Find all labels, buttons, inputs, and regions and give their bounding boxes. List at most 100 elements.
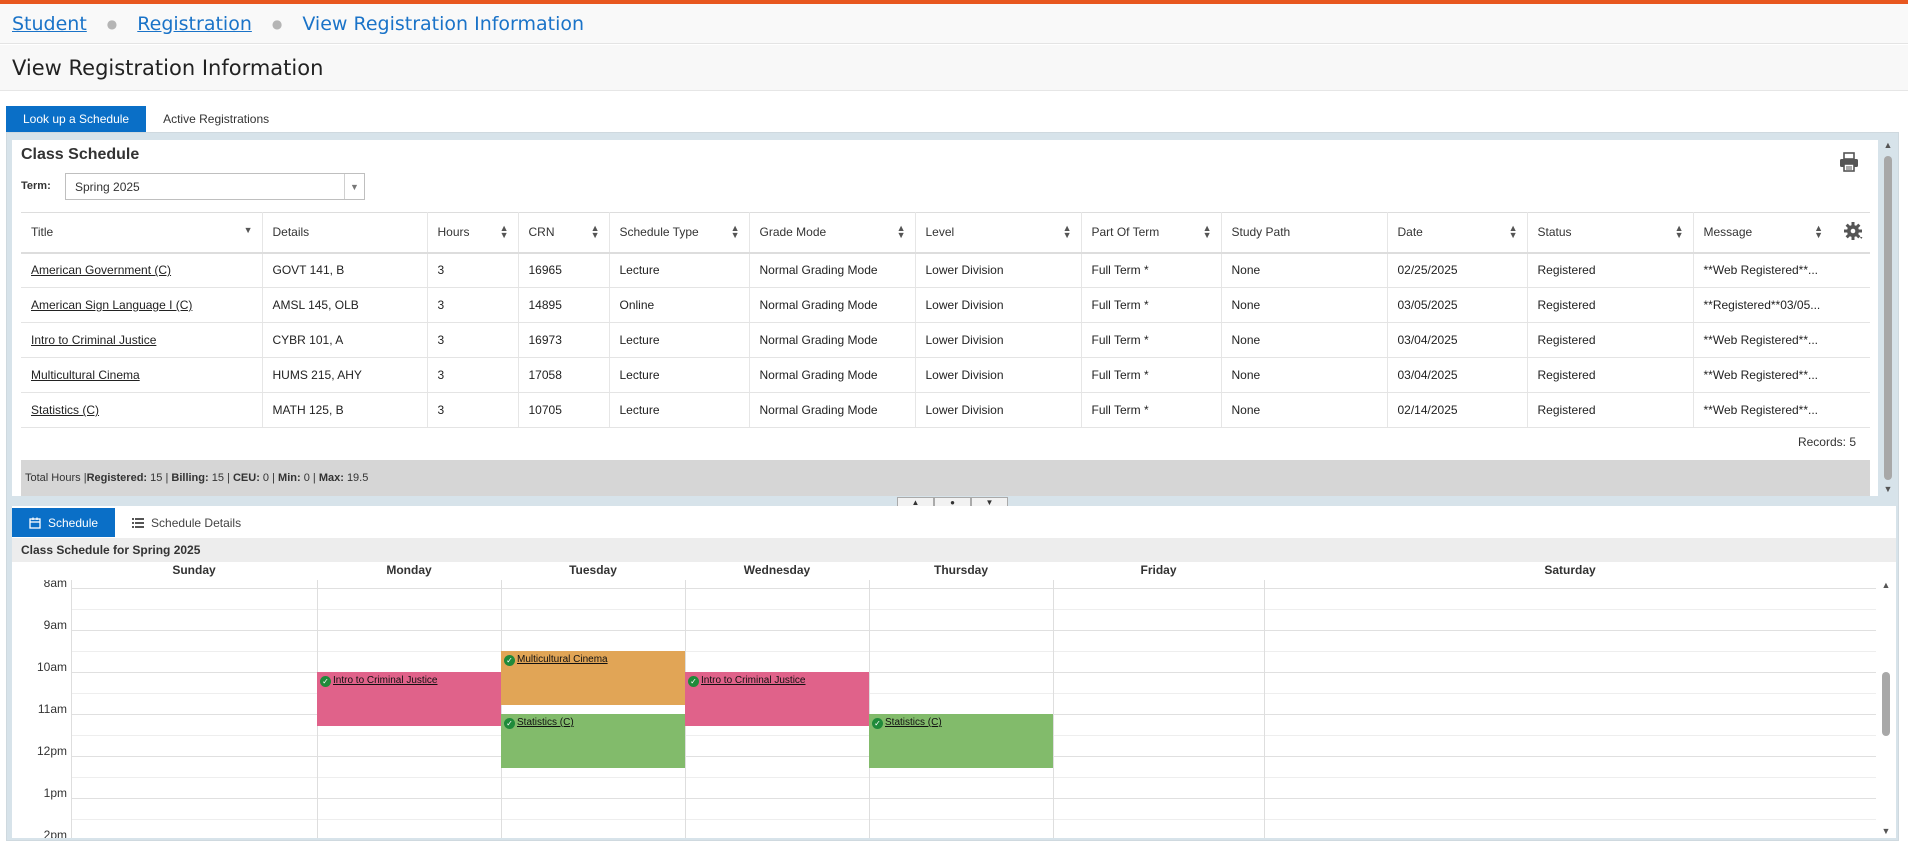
scrollbar-thumb[interactable]	[1884, 156, 1892, 480]
column-header-study-path[interactable]: Study Path	[1221, 212, 1388, 254]
tab-look-up-schedule[interactable]: Look up a Schedule	[6, 106, 147, 132]
ceu-value: 0	[262, 472, 270, 484]
column-header-part-of-term[interactable]: Part Of Term ▲ ▼	[1081, 212, 1222, 254]
calendar-event[interactable]: ✓ Statistics (C)	[869, 714, 1053, 768]
table-row[interactable]: American Sign Language I (C) AMSL 145, OL…	[21, 287, 1870, 323]
term-select[interactable]: Spring 2025 ▼	[65, 173, 365, 200]
course-title-link[interactable]: American Government (C)	[21, 252, 263, 288]
sort-icon[interactable]: ▲ ▼	[1509, 224, 1518, 240]
column-header-schedule-type[interactable]: Schedule Type ▲ ▼	[609, 212, 750, 254]
print-icon[interactable]	[1838, 151, 1860, 173]
table-cell: Registered	[1527, 252, 1694, 288]
table-cell: None	[1221, 287, 1388, 323]
sort-icon[interactable]: ▲ ▼	[731, 224, 740, 240]
table-cell: Lower Division	[915, 252, 1082, 288]
table-cell: Full Term *	[1081, 252, 1222, 288]
class-schedule-table: Title ▼ Details Hours ▲ ▼ CRN ▲ ▼ Schedule Ty…	[21, 212, 1870, 428]
event-title-link[interactable]: Multicultural Cinema	[517, 654, 608, 665]
scroll-up-icon[interactable]: ▲	[1880, 580, 1892, 590]
event-title-link[interactable]: Statistics (C)	[517, 717, 574, 728]
calendar-event[interactable]: ✓ Intro to Criminal Justice	[317, 672, 501, 726]
scroll-down-icon[interactable]: ▼	[1882, 484, 1894, 494]
table-row[interactable]: Statistics (C) MATH 125, B 3 10705 Lecture No…	[21, 392, 1870, 428]
hour-gridline	[71, 819, 1876, 820]
column-header-details[interactable]: Details	[262, 212, 428, 254]
day-header-sunday: Sunday	[172, 563, 216, 577]
breadcrumb-student[interactable]: Student	[12, 13, 87, 35]
table-cell: Normal Grading Mode	[749, 357, 916, 393]
day-header-thursday: Thursday	[933, 563, 988, 577]
column-header-grade-mode[interactable]: Grade Mode ▲ ▼	[749, 212, 916, 254]
sort-icon[interactable]: ▲ ▼	[1814, 224, 1823, 240]
sort-desc-icon[interactable]: ▼	[244, 226, 253, 235]
total-hours-bar: Total Hours | Registered: 15 | Billing: …	[21, 460, 1870, 496]
hour-gridline	[71, 588, 1876, 589]
table-cell: 03/05/2025	[1387, 287, 1528, 323]
sort-icon[interactable]: ▲ ▼	[1675, 224, 1684, 240]
table-cell: AMSL 145, OLB	[262, 287, 428, 323]
table-cell: Lecture	[609, 357, 750, 393]
table-cell: 02/25/2025	[1387, 252, 1528, 288]
tab-schedule-details[interactable]: Schedule Details	[115, 508, 258, 537]
table-cell: Registered	[1527, 322, 1694, 358]
event-title-link[interactable]: Intro to Criminal Justice	[333, 675, 437, 686]
hour-gridline	[71, 609, 1876, 610]
sort-icon[interactable]: ▲ ▼	[1063, 224, 1072, 240]
column-header-hours[interactable]: Hours ▲ ▼	[427, 212, 519, 254]
hour-gridline	[71, 651, 1876, 652]
course-title-link[interactable]: Statistics (C)	[21, 392, 263, 428]
table-cell: Full Term *	[1081, 322, 1222, 358]
table-cell: 3	[427, 392, 519, 428]
calendar-scrollbar[interactable]: ▲ ▼	[1880, 580, 1892, 838]
tab-schedule-details-label: Schedule Details	[151, 515, 242, 530]
breadcrumb-separator: ●	[271, 16, 283, 31]
column-header-crn[interactable]: CRN ▲ ▼	[518, 212, 610, 254]
weekly-calendar-grid: 8am 9am 10am 11am 12pm 1pm 2pm ✓ Intro to Crimin…	[12, 580, 1876, 838]
chevron-down-icon[interactable]: ▼	[344, 174, 364, 199]
tab-active-registrations[interactable]: Active Registrations	[146, 106, 286, 132]
table-cell: Lower Division	[915, 357, 1082, 393]
day-header-monday: Monday	[386, 563, 432, 577]
list-icon	[132, 517, 145, 528]
scrollbar-thumb[interactable]	[1882, 672, 1890, 736]
course-title-link[interactable]: American Sign Language I (C)	[21, 287, 263, 323]
event-title-link[interactable]: Statistics (C)	[885, 717, 942, 728]
table-cell: 16965	[518, 252, 610, 288]
table-cell: Registered	[1527, 357, 1694, 393]
scroll-down-icon[interactable]: ▼	[1880, 826, 1892, 836]
scroll-up-icon[interactable]: ▲	[1882, 140, 1894, 150]
calendar-event[interactable]: ✓ Intro to Criminal Justice	[685, 672, 869, 726]
column-header-title[interactable]: Title ▼	[21, 212, 263, 254]
breadcrumb-current: View Registration Information	[302, 12, 585, 35]
column-header-level[interactable]: Level ▲ ▼	[915, 212, 1082, 254]
tab-schedule[interactable]: Schedule	[12, 508, 116, 537]
table-row[interactable]: American Government (C) GOVT 141, B 3 16965…	[21, 252, 1870, 288]
event-title-link[interactable]: Intro to Criminal Justice	[701, 675, 805, 686]
registered-check-icon: ✓	[872, 718, 883, 729]
column-header-status[interactable]: Status ▲ ▼	[1527, 212, 1694, 254]
calendar-event[interactable]: ✓ Multicultural Cinema	[501, 651, 685, 705]
sort-icon[interactable]: ▲ ▼	[591, 224, 600, 240]
table-cell: Lower Division	[915, 392, 1082, 428]
table-cell: 17058	[518, 357, 610, 393]
column-header-date[interactable]: Date ▲ ▼	[1387, 212, 1528, 254]
gear-icon[interactable]	[1843, 220, 1865, 242]
table-cell: **Web Registered**...	[1693, 357, 1870, 393]
calendar-event[interactable]: ✓ Statistics (C)	[501, 714, 685, 768]
course-title-link[interactable]: Multicultural Cinema	[21, 357, 263, 393]
max-label: Max:	[318, 472, 344, 484]
table-cell: Normal Grading Mode	[749, 392, 916, 428]
breadcrumb-registration[interactable]: Registration	[137, 13, 252, 35]
sort-icon[interactable]: ▲ ▼	[500, 224, 509, 240]
upper-scrollbar[interactable]: ▲ ▼	[1882, 140, 1894, 496]
course-title-link[interactable]: Intro to Criminal Justice	[21, 322, 263, 358]
table-cell: None	[1221, 357, 1388, 393]
sort-icon[interactable]: ▲ ▼	[1203, 224, 1212, 240]
registered-label: Registered:	[86, 472, 148, 484]
billing-label: Billing:	[171, 472, 209, 484]
table-row[interactable]: Multicultural Cinema HUMS 215, AHY 3 17058 L…	[21, 357, 1870, 393]
sort-icon[interactable]: ▲ ▼	[897, 224, 906, 240]
time-label: 9am	[43, 618, 67, 632]
table-row[interactable]: Intro to Criminal Justice CYBR 101, A 3 169…	[21, 322, 1870, 358]
time-label: 1pm	[43, 786, 67, 800]
